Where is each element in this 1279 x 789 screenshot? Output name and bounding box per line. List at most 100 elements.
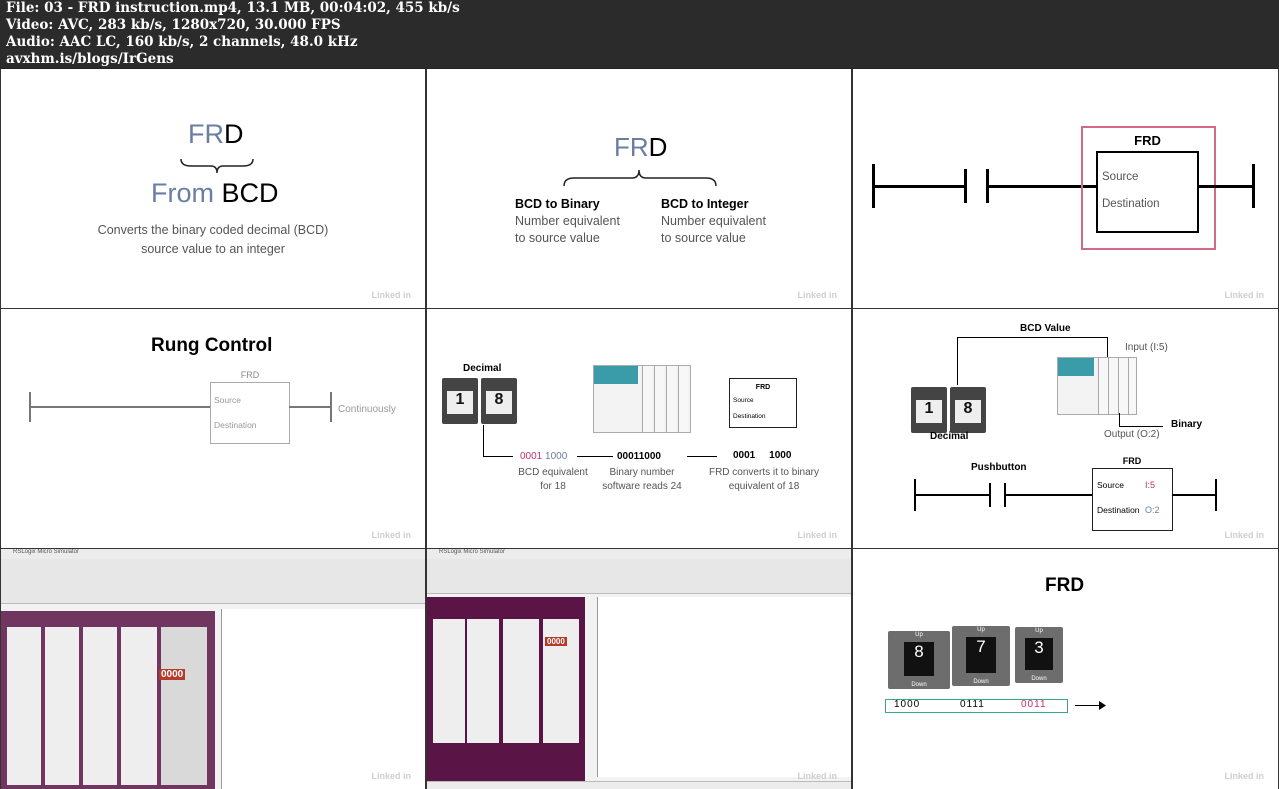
- rung-wire: [986, 185, 1096, 188]
- wire: [1107, 337, 1108, 357]
- audio-info: Audio: AAC LC, 160 kb/s, 2 channels, 48.…: [6, 34, 358, 50]
- right-rail: [1215, 479, 1217, 511]
- ladder-view[interactable]: [221, 609, 425, 789]
- bcd-value: 0001 1000: [520, 451, 568, 462]
- from-bcd-label: From BCD: [151, 178, 279, 208]
- rung-wire: [29, 406, 210, 408]
- frd-title: FRD: [1122, 456, 1142, 466]
- io-column[interactable]: [503, 619, 539, 743]
- digit: 8: [955, 400, 981, 423]
- code-digit-1: 1000: [894, 699, 921, 710]
- rung-wire: [1172, 494, 1216, 496]
- linkedin-watermark: Linked in: [797, 771, 837, 781]
- wire: [957, 337, 1107, 338]
- left-line-1: Number equivalent: [515, 214, 620, 228]
- description-line-1: Converts the binary coded decimal (BCD): [97, 223, 329, 237]
- frd-box-title: FRD: [1134, 133, 1161, 148]
- digit: 1: [447, 391, 473, 414]
- seven-segment-display: 0000: [159, 669, 186, 680]
- linkedin-watermark: Linked in: [1224, 771, 1264, 781]
- right-rail: [1252, 164, 1255, 208]
- arrow: [687, 456, 717, 457]
- window-title[interactable]: RSLogix Micro Simulator: [439, 549, 505, 555]
- linkedin-watermark: Linked in: [1224, 530, 1264, 540]
- thumbwheel-switch: 8: [481, 378, 517, 424]
- digit: 3: [1025, 638, 1053, 670]
- plc-cpu: [594, 366, 638, 384]
- binary-value: 00011000: [617, 451, 661, 462]
- binary-caption-1: Binary number: [609, 467, 675, 478]
- up-label: Up: [1035, 628, 1043, 634]
- source-label: Source: [214, 395, 241, 405]
- destination-label: Destination: [733, 413, 766, 420]
- io-column[interactable]: [433, 619, 465, 743]
- source-info: avxhm.is/blogs/IrGens: [6, 51, 174, 67]
- destination-value: O:2: [1145, 505, 1160, 515]
- continuously-label: Continuously: [338, 404, 396, 415]
- source-label: Source: [733, 397, 754, 404]
- arrow-head-icon: [1099, 701, 1106, 710]
- bcd-to-binary-title: BCD to Binary: [515, 197, 600, 211]
- seven-segment-display: 0000: [545, 637, 567, 646]
- frame-4: Rung Control FRD Source Destination Cont…: [1, 309, 425, 548]
- window-title[interactable]: RSLogix Micro Simulator: [13, 549, 79, 555]
- io-slot: [666, 366, 676, 432]
- video-info: Video: AVC, 283 kb/s, 1280x720, 30.000 F…: [6, 17, 341, 33]
- io-slot: [1098, 358, 1108, 414]
- toolbar[interactable]: [427, 559, 851, 594]
- linkedin-watermark: Linked in: [371, 771, 411, 781]
- thumbnail-grid: FRD From BCD Converts the binary coded d…: [0, 69, 1279, 789]
- frd-title: FRD: [614, 132, 668, 162]
- io-slot: [642, 366, 652, 432]
- output-label: Output (O:2): [1104, 429, 1160, 440]
- left-line-2: to source value: [515, 231, 600, 245]
- frd-instruction-box: Source Destination: [210, 382, 290, 444]
- binary-caption-2: software reads 24: [602, 481, 682, 492]
- arrow: [577, 456, 613, 457]
- io-column[interactable]: [7, 627, 41, 785]
- frame-1: FRD From BCD Converts the binary coded d…: [1, 69, 425, 308]
- thumbwheel-switch: Up 3 Down: [1015, 627, 1063, 683]
- rung-control-heading: Rung Control: [151, 335, 273, 356]
- rung-wire: [872, 185, 966, 188]
- thumbwheel-switch: Up 7 Down: [952, 626, 1010, 686]
- frd-caption-1: FRD converts it to binary: [708, 467, 820, 478]
- frd-caption-2: equivalent of 18: [728, 481, 800, 492]
- bcd-code-strip: 1000 0111 0011: [885, 699, 1068, 713]
- toolbar[interactable]: [1, 559, 425, 604]
- bcd-value-label: BCD Value: [1020, 323, 1071, 334]
- linkedin-watermark: Linked in: [371, 290, 411, 300]
- io-column[interactable]: [121, 627, 157, 785]
- destination-label: Destination: [1102, 198, 1160, 210]
- frd-title: FRD: [188, 119, 244, 149]
- io-column[interactable]: [45, 627, 79, 785]
- right-line-1: Number equivalent: [661, 214, 766, 228]
- io-column[interactable]: [83, 627, 117, 785]
- code-digit-3: 0011: [1021, 699, 1047, 710]
- frame-6: BCD Value Input (I:5) 1 8 Decimal Binary…: [853, 309, 1278, 548]
- decimal-label: Decimal: [930, 431, 969, 442]
- rung-wire: [289, 406, 331, 408]
- frame-7-simulator-screen: RSLogix Micro Simulator 0000 Linked in: [1, 549, 425, 789]
- file-info: File: 03 - FRD instruction.mp4, 13.1 MB,…: [6, 0, 460, 16]
- code-digit-2: 0111: [960, 699, 985, 710]
- frame-5: Decimal 1 8 0001 1000 BCD equivalent for…: [427, 309, 851, 548]
- frame-9: FRD Up 8 Down Up 7 Down Up 3 Down 1000 0…: [853, 549, 1278, 789]
- linkedin-watermark: Linked in: [371, 530, 411, 540]
- up-label: Up: [977, 627, 985, 633]
- plc-cpu: [1058, 358, 1094, 376]
- up-label: Up: [915, 632, 923, 638]
- video-info-header: File: 03 - FRD instruction.mp4, 13.1 MB,…: [0, 0, 1279, 68]
- binary-label: Binary: [1171, 419, 1203, 430]
- down-label: Down: [973, 679, 989, 685]
- ladder-view[interactable]: [597, 597, 851, 777]
- io-column[interactable]: [467, 619, 499, 743]
- right-rail: [330, 392, 332, 422]
- status-bar: [427, 781, 851, 789]
- digit: 1: [916, 400, 942, 423]
- frd-value: 0001 1000: [733, 450, 792, 461]
- wire: [483, 425, 484, 457]
- frd-box-title: FRD: [240, 370, 260, 380]
- contact-left: [964, 169, 967, 203]
- io-column[interactable]: [161, 627, 207, 785]
